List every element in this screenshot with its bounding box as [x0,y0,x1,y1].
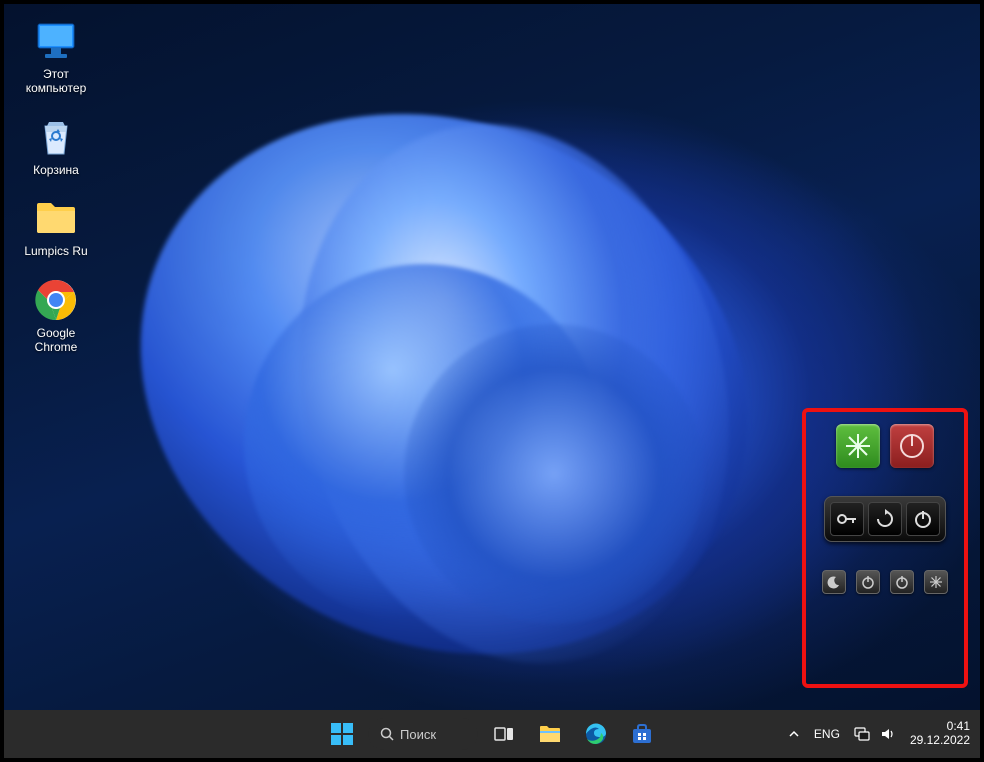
windows-icon [331,723,353,745]
volume-icon [880,726,896,742]
gadget-mini-sleep[interactable] [822,570,846,594]
folder-icon [538,722,562,746]
chrome-icon [33,277,79,323]
power-icon [861,575,875,589]
store-icon [630,722,654,746]
desktop-icon-this-pc[interactable]: Этот компьютер [18,18,94,96]
task-view-icon [493,723,515,745]
file-explorer-button[interactable] [530,714,570,754]
desktop-icon-label: Этот компьютер [26,68,87,96]
gadget-logoff-button[interactable] [836,424,880,468]
key-icon [836,510,858,528]
edge-button[interactable] [576,714,616,754]
bloom-shape [404,324,704,624]
date-text: 29.12.2022 [910,734,970,748]
recycle-bin-icon [33,114,79,160]
desktop-icon-label: Google Chrome [35,327,78,355]
search-label: Поиск [400,727,436,742]
taskbar-right: ENG 0:41 29.12.2022 [788,720,970,748]
gadget-row-1 [836,424,934,468]
gadgets-panel [812,424,958,594]
start-button[interactable] [322,714,362,754]
restart-icon [875,509,895,529]
burst-icon [844,432,872,460]
network-icon [854,726,870,742]
system-tray[interactable] [854,726,896,742]
edge-icon [584,722,608,746]
gadget-shutdown-button[interactable] [890,424,934,468]
desktop-icon-label: Lumpics Ru [24,245,87,259]
gadget-restart-button[interactable] [868,502,902,536]
gadget-mini-power[interactable] [856,570,880,594]
desktop-icon-chrome[interactable]: Google Chrome [18,277,94,355]
power-icon [913,509,933,529]
tray-overflow-button[interactable] [788,728,800,740]
time-text: 0:41 [947,720,970,734]
clock[interactable]: 0:41 29.12.2022 [910,720,970,748]
gadget-lock-button[interactable] [830,502,864,536]
moon-icon [827,575,841,589]
gadget-power-button[interactable] [906,502,940,536]
gadget-mini-logoff[interactable] [924,570,948,594]
folder-icon [33,195,79,241]
gadget-row-3 [822,570,948,594]
monitor-icon [33,18,79,64]
taskbar-search[interactable]: Поиск [368,718,478,750]
taskbar: Поиск [4,710,980,758]
store-button[interactable] [622,714,662,754]
task-view-button[interactable] [484,714,524,754]
burst-icon [929,575,943,589]
desktop-wallpaper [4,4,980,710]
language-indicator[interactable]: ENG [814,727,840,741]
gadget-row-2 [824,496,946,542]
gadget-mini-standby[interactable] [890,570,914,594]
chevron-up-icon [788,728,800,740]
desktop-icons: Этот компьютер Корзина Lumpics Ru [18,18,94,355]
desktop-icon-recycle-bin[interactable]: Корзина [18,114,94,178]
power-clock-icon [898,432,926,460]
search-icon [380,727,394,741]
power-icon [895,575,909,589]
desktop-icon-label: Корзина [33,164,79,178]
taskbar-center: Поиск [322,714,662,754]
desktop-icon-folder[interactable]: Lumpics Ru [18,195,94,259]
